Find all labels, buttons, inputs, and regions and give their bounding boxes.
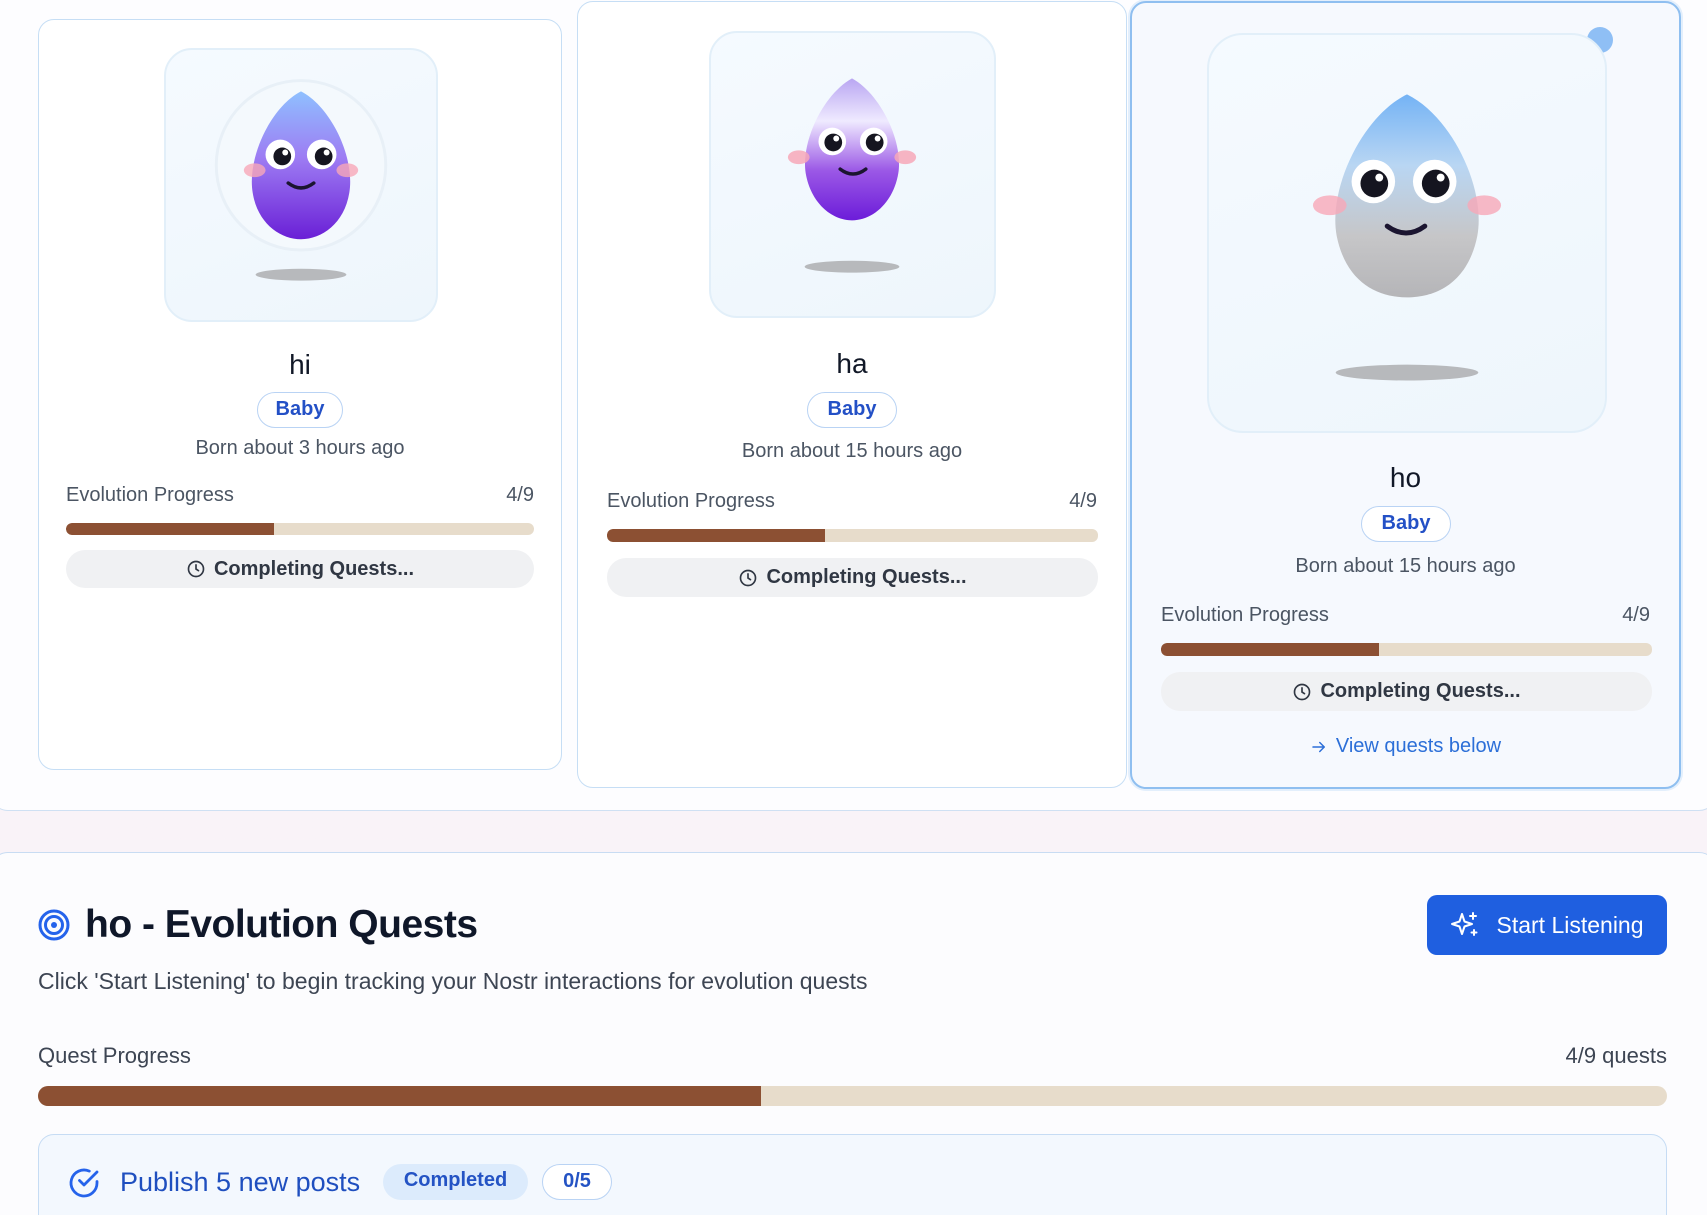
clock-icon bbox=[1294, 683, 1311, 700]
pet-name: ho bbox=[1389, 462, 1422, 493]
quest-count-badge: 0/5 bbox=[542, 1164, 612, 1200]
silver-egg-pet-icon bbox=[1312, 94, 1502, 381]
evolution-progress-count: 4/9 bbox=[506, 484, 534, 506]
pet-card-hi[interactable]: hi Baby Born about 3 hours ago Evolution… bbox=[38, 19, 562, 770]
quest-progress-label: Quest Progress bbox=[38, 1043, 191, 1068]
evolution-progress-count: 4/9 bbox=[1622, 604, 1650, 626]
evolution-progress-label: Evolution Progress bbox=[66, 484, 234, 506]
sparkles-icon bbox=[1451, 912, 1478, 936]
view-quests-link-text: View quests below bbox=[1335, 735, 1502, 757]
pet-avatar bbox=[1207, 33, 1607, 433]
evolution-progress-fill bbox=[66, 523, 274, 535]
born-text: Born about 15 hours ago bbox=[1295, 555, 1516, 577]
pet-name: ha bbox=[836, 348, 868, 379]
check-circle-icon bbox=[69, 1168, 99, 1198]
pet-avatar bbox=[709, 31, 996, 318]
pet-card-ha[interactable]: ha Baby Born about 15 hours ago Evolutio… bbox=[577, 1, 1127, 788]
quests-title: ho - Evolution Quests bbox=[85, 903, 478, 946]
clock-icon bbox=[187, 560, 205, 578]
clock-icon bbox=[740, 569, 757, 586]
evolution-progress-bar bbox=[607, 529, 1098, 542]
completing-quests-status: Completing Quests... bbox=[66, 550, 534, 588]
evolution-progress-count: 4/9 bbox=[1069, 490, 1097, 512]
quest-progress-fill bbox=[38, 1086, 762, 1106]
status-text: Completing Quests... bbox=[213, 557, 415, 580]
evolution-progress-label: Evolution Progress bbox=[607, 490, 775, 512]
start-listening-button[interactable]: Start Listening bbox=[1427, 895, 1667, 955]
evolution-progress-label: Evolution Progress bbox=[1161, 604, 1329, 626]
evolution-progress-bar bbox=[1161, 643, 1652, 656]
born-text: Born about 3 hours ago bbox=[195, 437, 405, 459]
quest-progress-bar bbox=[38, 1086, 1667, 1106]
violet-egg-pet-icon bbox=[787, 78, 917, 273]
quests-description: Click 'Start Listening' to begin trackin… bbox=[38, 968, 868, 994]
quest-status-badge: Completed bbox=[383, 1164, 528, 1200]
pet-avatar bbox=[164, 48, 438, 322]
view-quests-link[interactable]: View quests below bbox=[1132, 735, 1679, 758]
evolution-progress-fill bbox=[607, 529, 825, 542]
pet-card-ho[interactable]: ho Baby Born about 15 hours ago Evolutio… bbox=[1130, 1, 1681, 789]
quest-progress-count: 4/9 quests bbox=[1565, 1043, 1667, 1068]
status-text: Completing Quests... bbox=[766, 566, 967, 588]
completing-quests-status: Completing Quests... bbox=[1161, 672, 1652, 711]
born-text: Born about 15 hours ago bbox=[741, 440, 963, 462]
pet-name: hi bbox=[289, 349, 311, 380]
stage-badge: Baby bbox=[807, 392, 897, 428]
arrow-right-icon bbox=[1312, 741, 1325, 752]
completing-quests-status: Completing Quests... bbox=[607, 558, 1098, 597]
stage-badge: Baby bbox=[1361, 506, 1451, 542]
quest-name: Publish 5 new posts bbox=[120, 1167, 361, 1197]
start-listening-label: Start Listening bbox=[1496, 911, 1644, 938]
target-icon bbox=[38, 909, 70, 941]
purple-egg-pet-icon bbox=[214, 79, 388, 281]
evolution-progress-fill bbox=[1161, 643, 1379, 656]
evolution-progress-bar bbox=[66, 523, 534, 535]
status-text: Completing Quests... bbox=[1320, 680, 1521, 702]
stage-badge: Baby bbox=[257, 392, 343, 428]
